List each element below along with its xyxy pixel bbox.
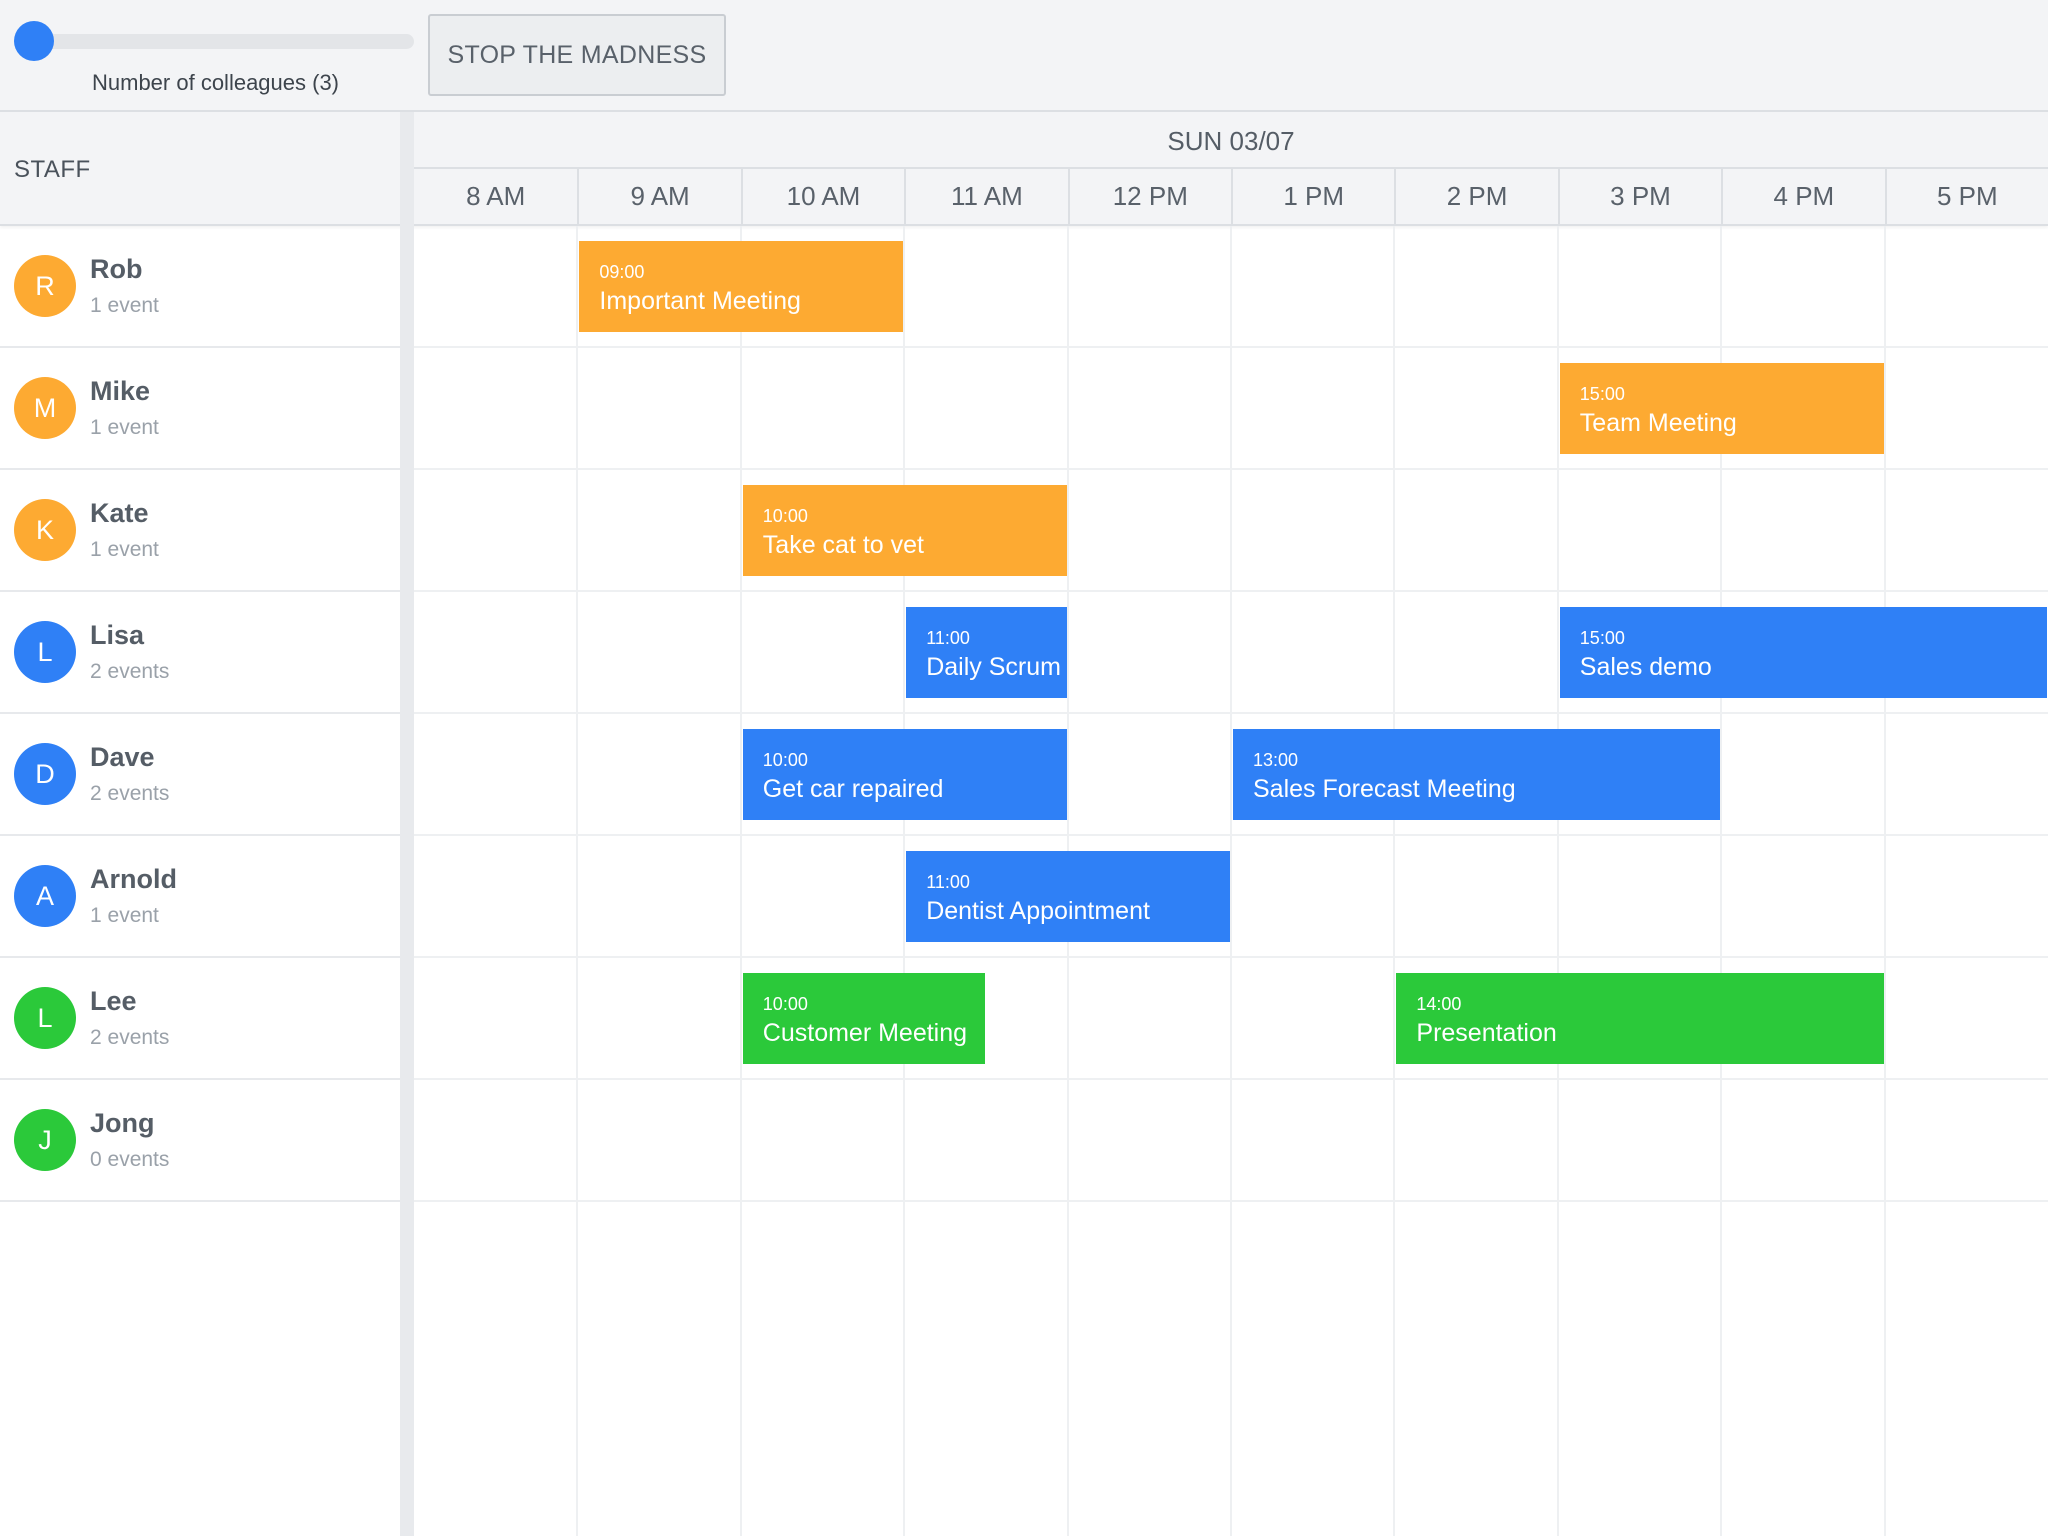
event-title: Dentist Appointment <box>926 897 1150 925</box>
avatar: L <box>14 621 76 683</box>
hour-label: 11 AM <box>904 169 1067 224</box>
hour-gridline <box>903 226 906 1536</box>
event-time: 15:00 <box>1579 384 1625 404</box>
stop-the-madness-button[interactable]: STOP THE MADNESS <box>428 14 726 96</box>
event-count: 1 event <box>90 904 159 927</box>
hour-label: 4 PM <box>1721 169 1884 224</box>
event-count: 2 events <box>90 782 170 805</box>
hour-label: 3 PM <box>1557 169 1721 224</box>
row-gridline <box>414 468 2048 470</box>
column-splitter[interactable] <box>400 112 414 1536</box>
staff-name: Rob <box>90 254 143 284</box>
event-time: 11:00 <box>926 872 970 892</box>
staff-row-lisa[interactable]: L Lisa 2 events <box>0 592 400 714</box>
hour-label: 2 PM <box>1394 169 1557 224</box>
event-title: Customer Meeting <box>762 1019 968 1047</box>
event-time: 10:00 <box>762 750 808 770</box>
slider-label: Number of colleagues (3) <box>92 70 340 95</box>
row-gridline <box>414 590 2048 592</box>
avatar: M <box>14 377 76 439</box>
toolbar: Number of colleagues (3) STOP THE MADNES… <box>0 0 2048 112</box>
hour-gridline <box>739 226 742 1536</box>
colleagues-slider[interactable] <box>14 21 414 61</box>
row-gridline <box>414 956 2048 958</box>
event-count: 1 event <box>90 416 159 439</box>
event-block[interactable]: 14:00 Presentation <box>1396 973 1884 1064</box>
staff-name: Mike <box>90 376 151 406</box>
event-count: 2 events <box>90 660 170 683</box>
row-gridline <box>414 1200 2048 1202</box>
staff-row-dave[interactable]: D Dave 2 events <box>0 714 400 836</box>
staff-row-lee[interactable]: L Lee 2 events <box>0 958 400 1080</box>
event-time: 14:00 <box>1416 994 1462 1014</box>
event-title: Important Meeting <box>599 287 801 315</box>
staff-name: Dave <box>90 742 155 772</box>
row-gridline <box>414 712 2048 714</box>
row-gridline <box>414 834 2048 836</box>
event-block[interactable]: 15:00 Sales demo <box>1559 607 2047 698</box>
staff-row-jong[interactable]: J Jong 0 events <box>0 1080 400 1202</box>
timeline-grid[interactable]: 09:00 Important Meeting 15:00 Team Meeting 1… <box>414 226 2048 1536</box>
scheduler-header: STAFF SUN 03/07 8 AM 9 AM 10 AM 11 AM 12 PM 1… <box>0 112 2048 226</box>
staff-name: Arnold <box>90 864 177 894</box>
event-block[interactable]: 13:00 Sales Forecast Meeting <box>1233 729 1721 820</box>
event-time: 13:00 <box>1253 750 1299 770</box>
staff-name: Lisa <box>90 620 145 650</box>
event-block[interactable]: 09:00 Important Meeting <box>579 241 904 332</box>
staff-row-arnold[interactable]: A Arnold 1 event <box>0 836 400 958</box>
staff-name: Kate <box>90 498 149 528</box>
hour-label: 8 AM <box>466 181 526 211</box>
date-header: SUN 03/07 <box>1167 126 1295 156</box>
event-block[interactable]: 10:00 Get car repaired <box>742 729 1067 820</box>
hour-gridline <box>1393 226 1396 1536</box>
event-title: Get car repaired <box>762 775 944 803</box>
event-title: Presentation <box>1416 1019 1557 1047</box>
event-count: 0 events <box>90 1148 170 1171</box>
staff-row-mike[interactable]: M Mike 1 event <box>0 348 400 470</box>
staff-column-title: STAFF <box>14 156 91 183</box>
event-time: 09:00 <box>599 262 645 282</box>
event-time: 10:00 <box>762 506 808 526</box>
event-title: Daily Scrum <box>926 653 1061 681</box>
hour-label: 10 AM <box>740 169 904 224</box>
hour-gridline <box>1230 226 1232 1536</box>
staff-row-rob[interactable]: R Rob 1 event <box>0 226 400 348</box>
avatar: J <box>14 1109 76 1171</box>
event-title: Team Meeting <box>1579 409 1737 437</box>
event-title: Take cat to vet <box>762 531 924 559</box>
staff-name: Jong <box>90 1108 155 1138</box>
event-title: Sales Forecast Meeting <box>1253 775 1516 803</box>
event-count: 1 event <box>90 294 159 317</box>
row-gridline <box>414 1078 2048 1080</box>
staff-row-kate[interactable]: K Kate 1 event <box>0 470 400 592</box>
slider-thumb[interactable] <box>14 21 54 61</box>
avatar: D <box>14 743 76 805</box>
event-time: 15:00 <box>1579 628 1625 648</box>
staff-name: Lee <box>90 986 137 1016</box>
event-title: Sales demo <box>1579 653 1712 681</box>
hour-label: 9 AM <box>577 169 740 224</box>
hours-header: 8 AM 9 AM 10 AM 11 AM 12 PM 1 PM 2 PM 3 PM 4 PM 5… <box>414 167 2048 224</box>
avatar: R <box>14 255 76 317</box>
event-count: 2 events <box>90 1026 170 1049</box>
event-block[interactable]: 15:00 Team Meeting <box>1559 363 1884 454</box>
event-count: 1 event <box>90 538 159 561</box>
hour-label: 12 PM <box>1067 169 1231 224</box>
hour-gridline <box>576 226 579 1536</box>
event-block[interactable]: 11:00 Dentist Appointment <box>906 851 1230 942</box>
event-block[interactable]: 10:00 Customer Meeting <box>742 973 985 1064</box>
hour-label: 1 PM <box>1231 169 1394 224</box>
row-gridline <box>414 346 2048 348</box>
event-time: 11:00 <box>926 628 970 648</box>
event-block[interactable]: 11:00 Daily Scrum <box>906 607 1067 698</box>
avatar: K <box>14 499 76 561</box>
avatar: A <box>14 865 76 927</box>
event-time: 10:00 <box>762 994 808 1014</box>
hour-gridline <box>1556 226 1559 1536</box>
hour-gridline <box>1883 226 1886 1536</box>
avatar: L <box>14 987 76 1049</box>
hour-label: 5 PM <box>1884 169 2048 224</box>
event-block[interactable]: 10:00 Take cat to vet <box>742 485 1067 576</box>
